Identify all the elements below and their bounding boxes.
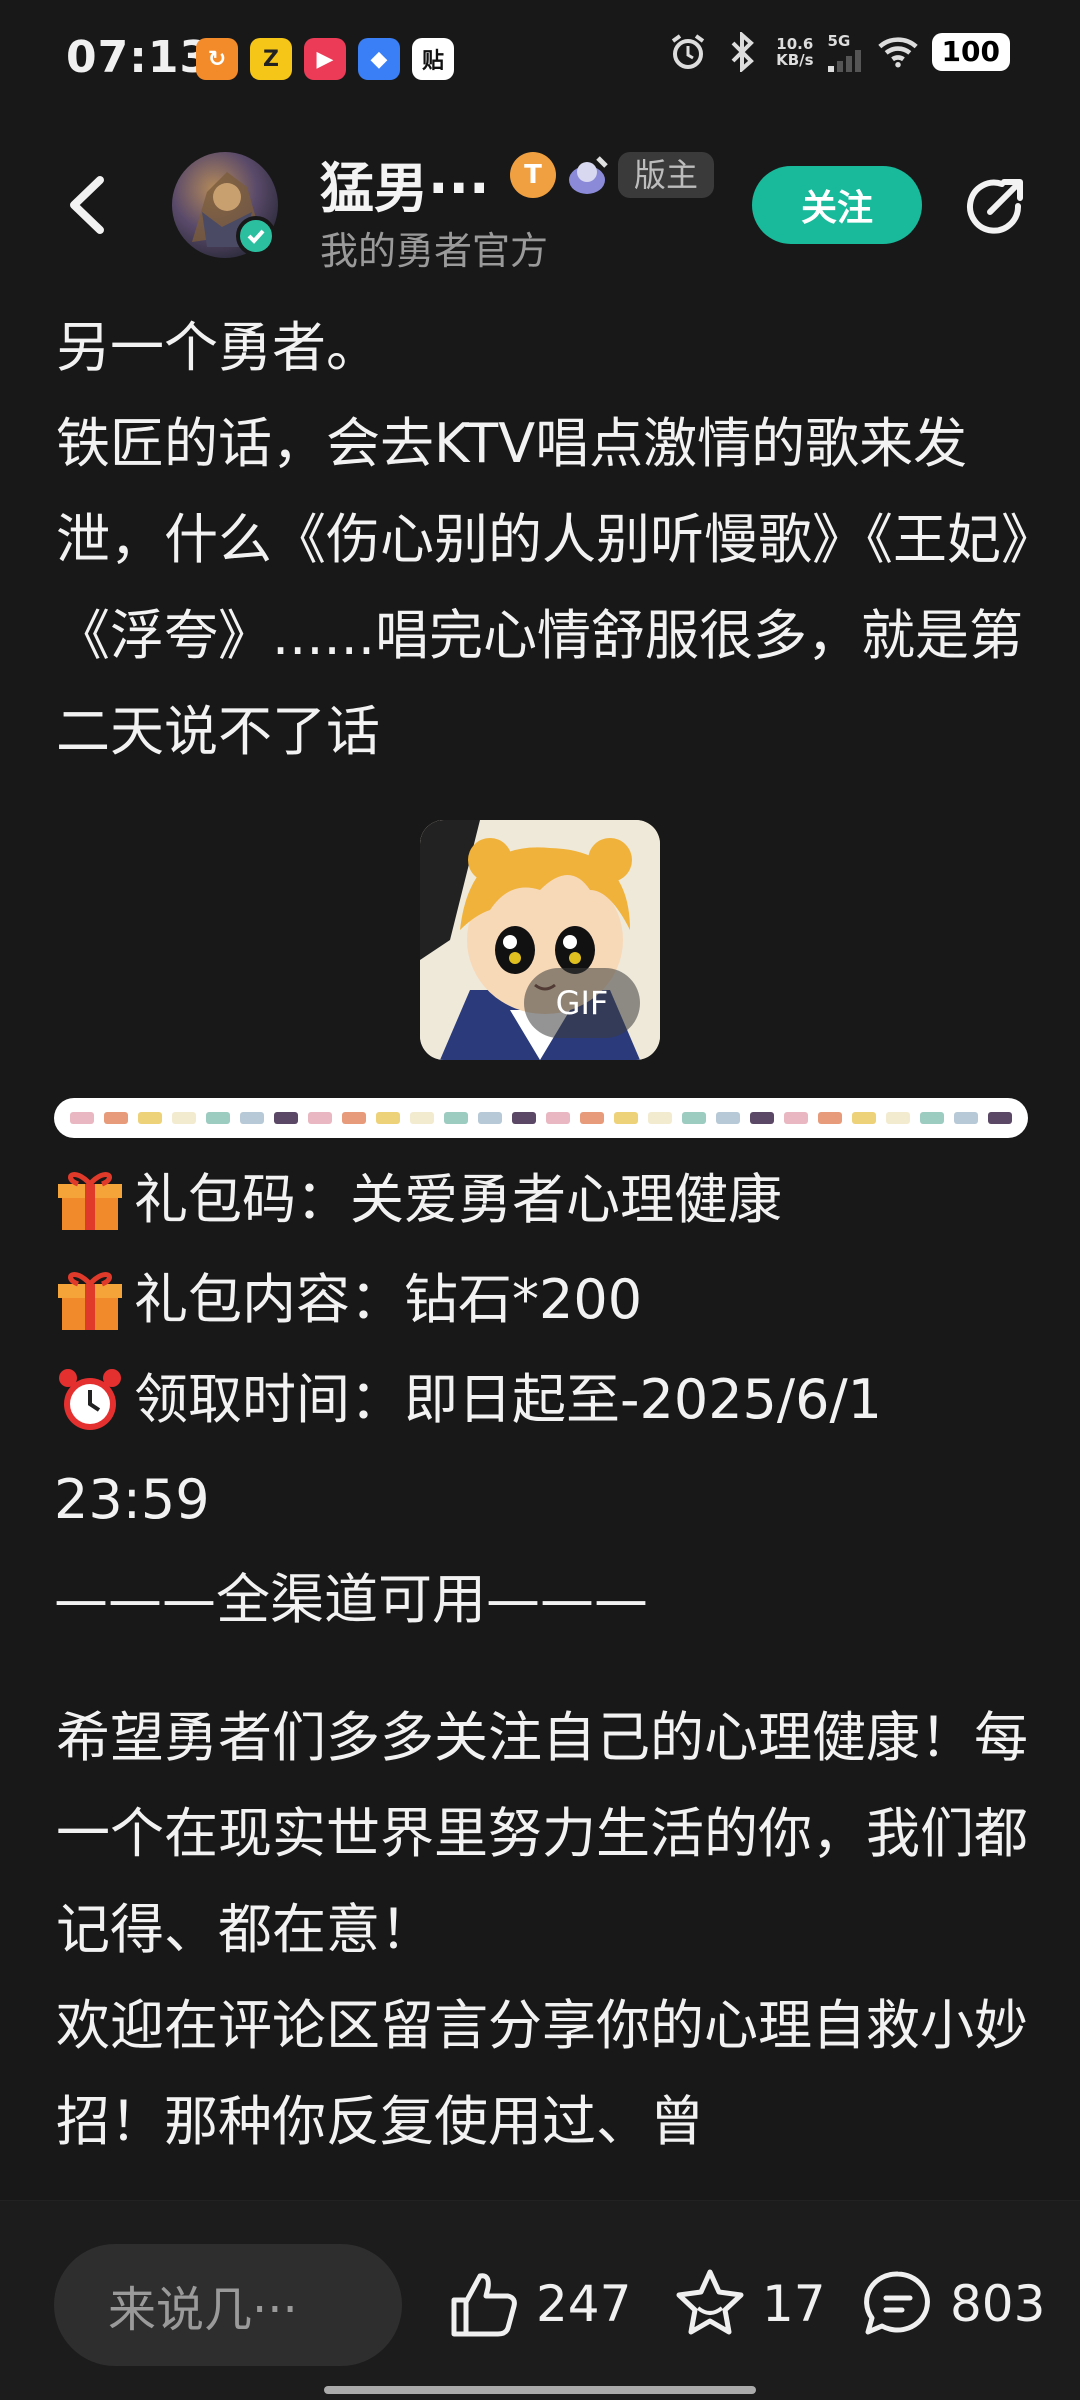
favorite-count: 17 <box>762 2275 826 2333</box>
gift-icon <box>58 1172 122 1230</box>
gift-content-text: 礼包内容：钻石*200 <box>134 1268 643 1331</box>
wifi-icon <box>877 32 918 72</box>
share-icon <box>967 179 1023 234</box>
level-badge-icon: T <box>510 152 556 198</box>
username[interactable]: 猛男··· <box>320 144 490 223</box>
claim-time-line: 领取时间：即日起至-2025/6/1 <box>54 1350 1034 1450</box>
alarm-clock-icon <box>59 1369 121 1430</box>
bluetooth-icon <box>722 32 762 72</box>
post-paragraph-2: 希望勇者们多多关注自己的心理健康！每一个在现实世界里努力生活的你，我们都记得、都… <box>56 1706 1028 2153</box>
back-button[interactable] <box>60 170 120 240</box>
divider-pattern <box>70 1112 1012 1124</box>
battery-level: 100 <box>931 33 1010 71</box>
comment-input[interactable]: 来说几··· <box>54 2244 402 2366</box>
follow-button[interactable]: 关注 <box>752 166 922 244</box>
gift-content-line: 礼包内容：钻石*200 <box>54 1250 1034 1350</box>
blue-app-icon: ◆ <box>358 38 400 80</box>
status-app-icons: ↻ Z ▶ ◆ 贴 <box>196 38 454 80</box>
tieba-icon: 贴 <box>412 38 454 80</box>
gift-code-text: 礼包码：关爱勇者心理健康 <box>134 1168 782 1231</box>
comment-count: 803 <box>950 2275 1046 2333</box>
signal-group: 5G <box>827 32 864 72</box>
gift-info: 礼包码：关爱勇者心理健康 礼包内容：钻石*200 领取时间：即日起至-2025/… <box>54 1150 1034 1650</box>
signal-icon <box>827 50 861 72</box>
yellow-game-icon: Z <box>250 38 292 80</box>
net-speed-unit: KB/s <box>776 51 814 69</box>
post-paragraph-1: 另一个勇者。 铁匠的话，会去KTV唱点激情的歌来发泄，什么《伤心别的人别听慢歌》… <box>56 316 1028 763</box>
medal-icon <box>562 152 612 198</box>
like-button[interactable]: 247 <box>446 2262 631 2346</box>
network-type: 5G <box>827 32 851 50</box>
like-count: 247 <box>536 2275 632 2333</box>
gif-image[interactable]: GIF <box>420 820 660 1060</box>
thumbs-up-icon <box>451 2273 517 2337</box>
gift-code-line: 礼包码：关爱勇者心理健康 <box>54 1150 1034 1250</box>
comment-bubble-icon <box>864 2271 930 2335</box>
star-icon <box>676 2269 744 2335</box>
gift-icon <box>58 1272 122 1330</box>
post-content-2: 希望勇者们多多关注自己的心理健康！每一个在现实世界里努力生活的你，我们都记得、都… <box>56 1690 1036 2170</box>
post-header: 猛男··· T 版主 我的勇者官方 关注 <box>0 140 1080 280</box>
claim-time-text: 领取时间：即日起至-2025/6/1 <box>134 1368 883 1431</box>
share-button[interactable] <box>960 172 1030 242</box>
verified-badge-icon <box>236 216 276 256</box>
status-time: 07:13 <box>66 32 212 83</box>
moderator-badge: 版主 <box>618 152 715 198</box>
red-play-icon: ▶ <box>304 38 346 80</box>
gif-label: GIF <box>524 968 640 1038</box>
status-indicators: 10.6 KB/s 5G 100 <box>668 32 1010 72</box>
chevron-left-icon <box>70 176 104 234</box>
net-speed-value: 10.6 <box>776 35 814 53</box>
comments-button[interactable]: 803 <box>860 2262 1045 2346</box>
claim-time-end: 23:59 <box>54 1468 210 1531</box>
post-content: 另一个勇者。 铁匠的话，会去KTV唱点激情的歌来发泄，什么《伤心别的人别听慢歌》… <box>56 300 1036 780</box>
decorative-divider <box>54 1098 1028 1138</box>
user-subtitle: 我的勇者官方 <box>320 229 549 273</box>
alarm-icon <box>668 32 708 72</box>
home-indicator[interactable] <box>324 2386 756 2394</box>
channel-line: ———全渠道可用——— <box>54 1568 648 1631</box>
status-bar: 07:13 ↻ Z ▶ ◆ 贴 10.6 KB/s 5G 100 <box>0 0 1080 118</box>
orange-app-icon: ↻ <box>196 38 238 80</box>
net-speed: 10.6 KB/s <box>776 36 813 68</box>
favorite-button[interactable]: 17 <box>672 2262 826 2346</box>
